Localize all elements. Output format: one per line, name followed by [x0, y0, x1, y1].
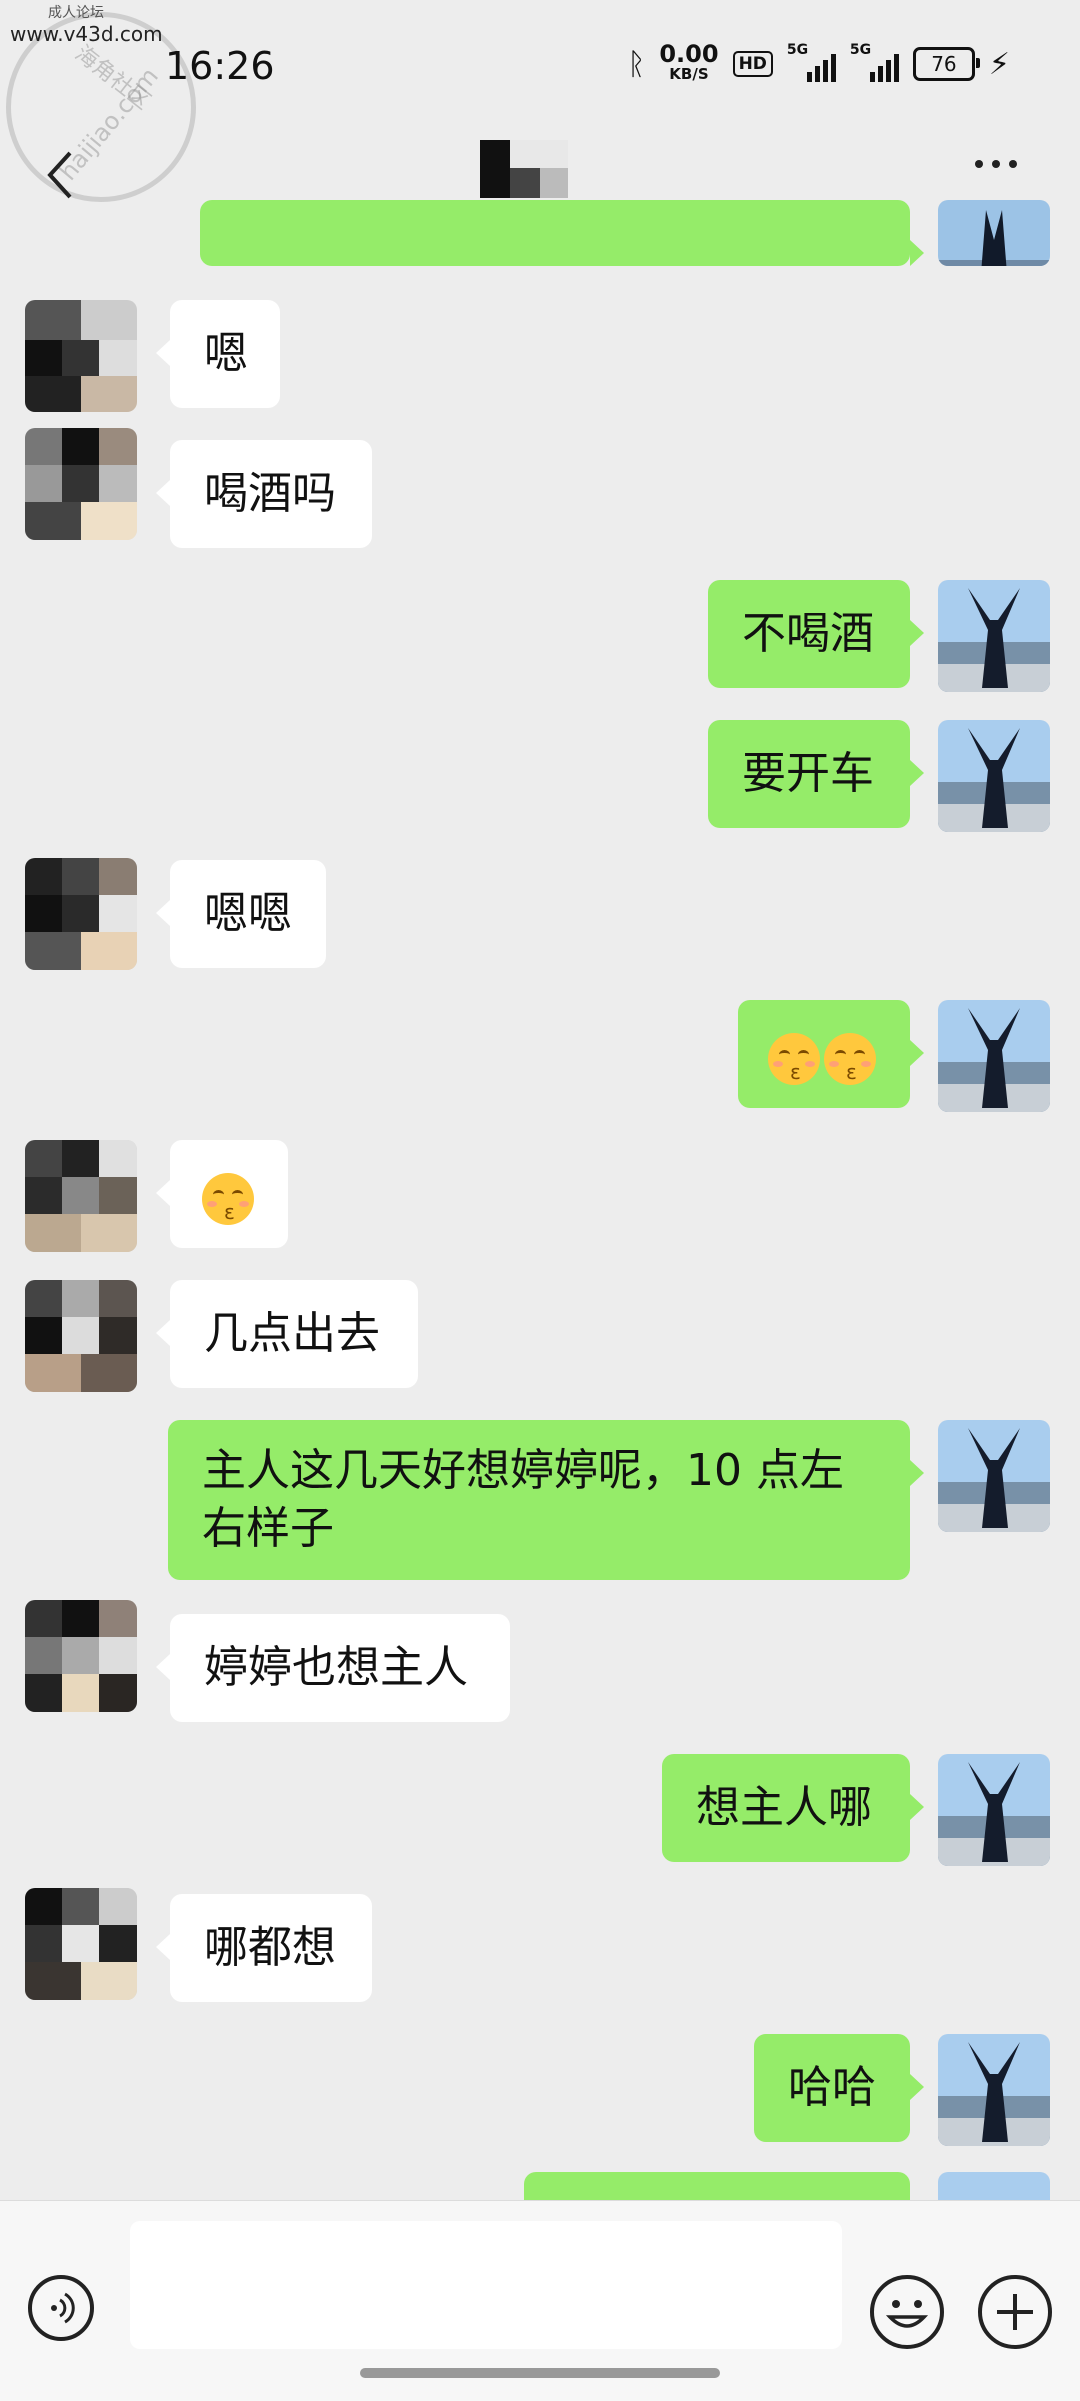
- message-bubble-emoji[interactable]: ɛ: [156, 1140, 288, 1248]
- my-avatar[interactable]: [938, 580, 1050, 692]
- contact-avatar[interactable]: [25, 1280, 137, 1392]
- kissing-closed-eyes-emoji-icon: ɛ: [824, 1033, 876, 1085]
- message-bubble[interactable]: 几点出去: [156, 1280, 418, 1388]
- emoji-row: ɛ: [202, 1168, 258, 1226]
- message-text: 喝酒吗: [204, 468, 336, 519]
- home-indicator[interactable]: [360, 2368, 720, 2378]
- message-text: 嗯: [204, 328, 248, 379]
- message-input[interactable]: [130, 2221, 842, 2349]
- message-bubble-emoji[interactable]: ɛɛ: [738, 1000, 924, 1108]
- message-bubble-partial-top[interactable]: [200, 200, 924, 266]
- contact-avatar[interactable]: [25, 858, 137, 970]
- my-avatar[interactable]: [938, 1000, 1050, 1112]
- message-text: 想主人哪: [696, 1782, 872, 1833]
- message-bubble-partial-bottom[interactable]: [524, 2172, 910, 2200]
- my-avatar[interactable]: [938, 2034, 1050, 2146]
- message-text: 哈哈: [788, 2062, 876, 2113]
- my-avatar[interactable]: [938, 720, 1050, 832]
- kissing-closed-eyes-emoji-icon: ɛ: [202, 1173, 254, 1225]
- message-bubble[interactable]: 想主人哪: [662, 1754, 924, 1862]
- message-bubble[interactable]: 哈哈: [754, 2034, 924, 2142]
- message-bubble[interactable]: 主人这几天好想婷婷呢，10 点左右样子: [168, 1420, 924, 1580]
- message-text: 主人这几天好想婷婷呢，10 点左右样子: [202, 1445, 844, 1554]
- message-bubble[interactable]: 嗯: [156, 300, 280, 408]
- message-bubble[interactable]: 婷婷也想主人: [156, 1614, 510, 1722]
- message-bubble[interactable]: 嗯嗯: [156, 860, 326, 968]
- plus-icon[interactable]: [978, 2275, 1052, 2349]
- kissing-closed-eyes-emoji-icon: ɛ: [768, 1033, 820, 1085]
- message-list[interactable]: 嗯 喝酒吗 不喝酒 要开车 嗯嗯 ɛɛ ɛ 几点出去 主人这几天好想婷婷呢，10…: [0, 0, 1080, 2200]
- my-avatar[interactable]: [938, 1420, 1050, 1532]
- message-text: 嗯嗯: [204, 888, 292, 939]
- contact-avatar[interactable]: [25, 1600, 137, 1712]
- message-text: 哪都想: [204, 1922, 336, 1973]
- contact-avatar[interactable]: [25, 1888, 137, 2000]
- my-avatar[interactable]: [938, 2172, 1050, 2200]
- message-text: 婷婷也想主人: [204, 1642, 468, 1693]
- emoji-icon[interactable]: [870, 2275, 944, 2349]
- voice-icon[interactable]: [28, 2275, 94, 2341]
- message-text: 几点出去: [204, 1308, 380, 1359]
- contact-avatar[interactable]: [25, 1140, 137, 1252]
- message-bubble[interactable]: 喝酒吗: [156, 440, 372, 548]
- message-text: 要开车: [742, 748, 874, 799]
- contact-avatar[interactable]: [25, 428, 137, 540]
- message-bubble[interactable]: 哪都想: [156, 1894, 372, 2002]
- message-bubble[interactable]: 要开车: [708, 720, 924, 828]
- my-avatar[interactable]: [938, 1754, 1050, 1866]
- message-text: 不喝酒: [742, 608, 874, 659]
- message-bubble[interactable]: 不喝酒: [708, 580, 924, 688]
- emoji-row: ɛɛ: [768, 1028, 880, 1086]
- my-avatar[interactable]: [938, 200, 1050, 266]
- contact-avatar[interactable]: [25, 300, 137, 412]
